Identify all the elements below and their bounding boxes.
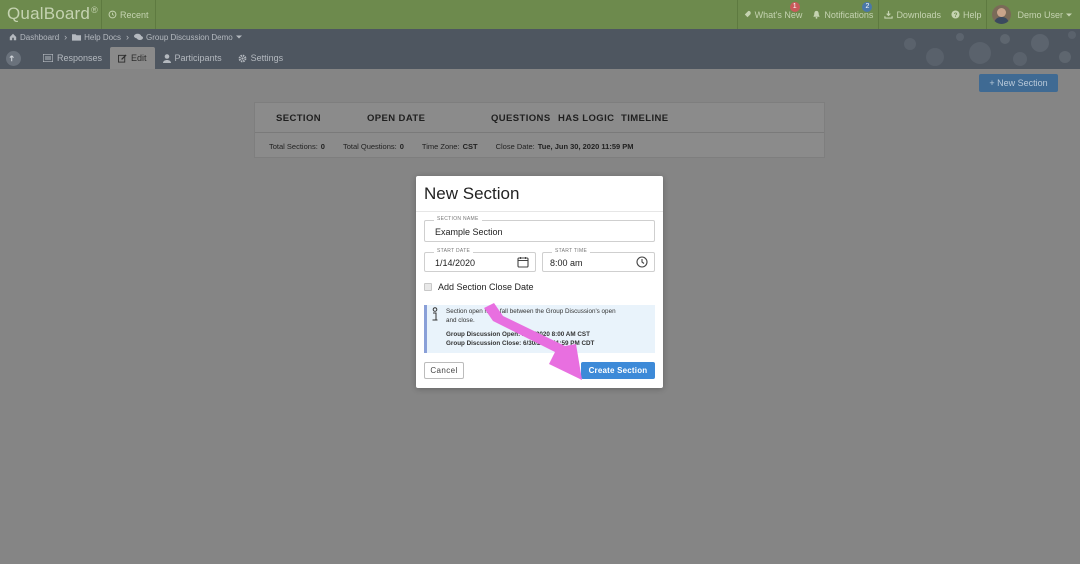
info-open: Group Discussion Open: 1/14/2020 8:00 AM… [446,331,590,338]
info-message: Section open must fall between the Group… [424,305,655,353]
user-name: Demo User [1017,9,1063,20]
time-zone-stat: Time Zone: CST [421,142,478,151]
tab-settings[interactable]: Settings [230,47,292,69]
breadcrumb-help-docs[interactable]: Help Docs [72,33,121,42]
close-date-checkbox-label: Add Section Close Date [438,282,534,292]
tab-responses[interactable]: Responses [35,47,110,69]
decorative-pattern [904,31,1076,66]
info-line: Section open must fall between the Group… [446,308,616,315]
tab-label: Edit [131,53,147,63]
user-menu[interactable]: Demo User [986,0,1080,29]
column-header-open-date: OPEN DATE [367,113,426,124]
total-sections-stat: Total Sections: 0 [269,142,325,151]
back-button[interactable] [6,51,21,66]
dialog-title: New Section [424,184,520,203]
close-date-option[interactable]: Add Section Close Date [424,282,534,292]
info-line: and close. [446,316,475,324]
download-icon [884,10,894,19]
column-header-section: SECTION [276,113,322,124]
tab-edit[interactable]: Edit [110,47,155,69]
home-icon [9,33,17,41]
breadcrumb-label: Dashboard [20,32,60,42]
recent-label: Recent [120,9,149,20]
chevron-right-icon: › [126,32,130,42]
folder-icon [72,34,82,41]
info-icon [432,307,438,321]
info-text: Section open must fall between the Group… [446,308,651,348]
bell-icon [813,10,821,19]
help-label: Help [962,9,982,20]
breadcrumb-project[interactable]: Group Discussion Demo [134,33,242,42]
close-date-checkbox[interactable] [424,283,432,291]
notifications-button[interactable]: Notifications 2 [807,0,878,29]
start-time-label: START TIME [552,248,591,254]
recent-button[interactable]: Recent [101,0,156,29]
chevron-down-icon [1066,13,1072,16]
section-name-value: Example Section [435,227,503,237]
new-section-button[interactable]: + New Section [979,74,1058,92]
breadcrumb-dashboard[interactable]: Dashboard [9,33,59,42]
back-arrow-icon [9,55,14,62]
downloads-button[interactable]: Downloads [878,0,946,29]
start-date-value: 1/14/2020 [435,258,476,268]
tab-label: Settings [250,53,284,63]
user-icon [162,53,171,63]
chevron-right-icon: › [64,32,68,42]
close-date-stat: Close Date: Tue, Jun 30, 2020 11:59 PM [495,142,634,151]
project-tabs: Responses Edit Participants Settings [0,47,291,69]
column-header-has-logic: HAS LOGIC [558,113,615,124]
start-date-field[interactable]: START DATE 1/14/2020 [424,248,536,272]
top-navbar: QualBoard® Recent What's New 1 Notificat… [0,0,1080,29]
create-section-button[interactable]: Create Section [581,362,655,379]
question-circle-icon: ? [951,10,960,19]
total-questions-stat: Total Questions: 0 [342,142,404,151]
breadcrumb-label: Help Docs [84,32,122,42]
whats-new-badge: 1 [789,2,800,12]
breadcrumb-label: Group Discussion Demo [146,32,233,42]
info-close: Group Discussion Close: 6/30/2020 11:59 … [446,339,595,347]
section-name-label: SECTION NAME [434,216,482,222]
edit-icon [118,53,127,63]
breadcrumb: Dashboard › Help Docs › Group Discussion… [9,32,242,42]
list-icon [43,54,53,62]
column-header-questions: QUESTIONS [491,113,551,124]
tab-participants[interactable]: Participants [155,47,230,69]
start-time-value: 8:00 am [550,258,583,268]
chevron-down-icon [235,35,242,39]
start-date-label: START DATE [434,248,474,254]
table-divider [255,132,824,133]
sections-table: SECTION OPEN DATE QUESTIONS HAS LOGIC TI… [254,102,825,158]
downloads-label: Downloads [896,9,941,20]
calendar-icon[interactable] [517,256,529,268]
svg-text:?: ? [954,12,958,19]
tab-label: Participants [174,53,222,63]
start-time-field[interactable]: START TIME 8:00 am [542,248,655,272]
gear-icon [238,54,246,62]
rocket-icon [744,10,751,18]
section-name-field[interactable]: SECTION NAME Example Section [424,216,655,242]
app-logo[interactable]: QualBoard® [7,4,98,24]
project-header: Dashboard › Help Docs › Group Discussion… [0,29,1080,69]
table-summary: Total Sections: 0 Total Questions: 0 Time … [269,142,634,151]
new-section-dialog: New Section SECTION NAME Example Section… [416,176,663,388]
help-button[interactable]: ? Help [946,0,987,29]
dialog-divider [416,211,663,212]
history-icon [108,10,117,19]
avatar [992,5,1012,24]
comments-icon [134,33,144,40]
whats-new-button[interactable]: What's New 1 [736,0,808,29]
column-header-timeline: TIMELINE [621,113,669,124]
tab-label: Responses [57,53,103,63]
cancel-button[interactable]: Cancel [424,362,464,379]
clock-icon[interactable] [636,256,648,268]
